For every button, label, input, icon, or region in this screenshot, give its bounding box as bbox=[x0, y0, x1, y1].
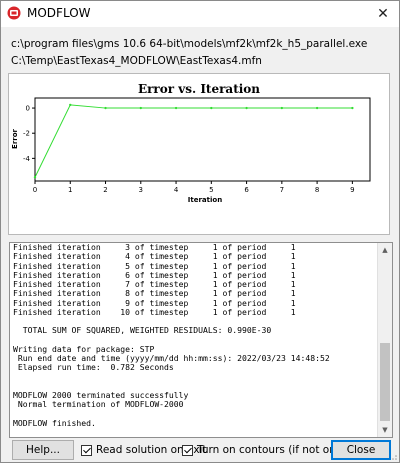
x-tick-label: 5 bbox=[209, 186, 213, 194]
x-tick-label: 1 bbox=[68, 186, 72, 194]
console-line: Finished iteration 10 of timestep 1 of p… bbox=[13, 306, 296, 317]
x-tick-label: 4 bbox=[174, 186, 179, 194]
error-data-point bbox=[174, 106, 178, 110]
error-vs-iteration-chart: Error vs. Iteration 0 -2 -4 0 1 2 3 4 5 6 7 8 9 Err… bbox=[11, 82, 371, 204]
y-axis-label: Error bbox=[11, 128, 19, 148]
modflow-dialog: MODFLOW ✕ c:\program files\gms 10.6 64-b… bbox=[0, 0, 400, 463]
console-line: Normal termination of MODFLOW-2000 bbox=[13, 399, 184, 410]
modflow-app-icon bbox=[7, 6, 21, 20]
x-tick-label: 6 bbox=[244, 186, 249, 194]
error-data-point bbox=[139, 106, 142, 110]
x-tick-label: 0 bbox=[33, 186, 37, 194]
window-title: MODFLOW bbox=[27, 6, 91, 20]
error-data-point bbox=[210, 106, 213, 110]
error-data-point bbox=[69, 103, 72, 107]
console-scrollbar[interactable]: ▲ ▼ bbox=[377, 243, 392, 437]
close-icon[interactable]: ✕ bbox=[367, 1, 399, 27]
title-bar: MODFLOW ✕ bbox=[1, 1, 399, 27]
x-axis-label: Iteration bbox=[188, 196, 222, 204]
close-button[interactable]: Close bbox=[331, 440, 391, 460]
console-line: TOTAL SUM OF SQUARED, WEIGHTED RESIDUALS… bbox=[13, 325, 272, 336]
x-tick-label: 3 bbox=[139, 186, 143, 194]
y-tick-label: -2 bbox=[23, 130, 30, 138]
scroll-up-icon[interactable]: ▲ bbox=[378, 243, 392, 257]
executable-path: c:\program files\gms 10.6 64-bit\models\… bbox=[11, 38, 368, 50]
error-data-point bbox=[245, 106, 248, 110]
checkbox-checked-icon[interactable] bbox=[182, 444, 193, 456]
error-data-point bbox=[315, 106, 319, 110]
x-tick-label: 9 bbox=[350, 186, 354, 194]
scroll-down-icon[interactable]: ▼ bbox=[378, 423, 392, 437]
resize-grip-icon[interactable] bbox=[389, 452, 397, 460]
help-button[interactable]: Help... bbox=[12, 440, 74, 460]
checkbox-checked-icon[interactable] bbox=[81, 444, 92, 456]
console-line: MODFLOW finished. bbox=[13, 417, 96, 428]
y-tick-label: -4 bbox=[23, 155, 31, 163]
error-data-point bbox=[280, 106, 284, 110]
error-data-point bbox=[104, 106, 107, 110]
y-tick-label: 0 bbox=[26, 105, 30, 113]
error-chart-panel: Error vs. Iteration 0 -2 -4 0 1 2 3 4 5 6 7 8 9 Err… bbox=[8, 73, 390, 235]
plot-area bbox=[34, 97, 371, 182]
console-output-text: Finished iteration 3 of timestep 1 of pe… bbox=[13, 243, 375, 428]
scrollbar-thumb[interactable] bbox=[380, 343, 390, 421]
x-tick-label: 7 bbox=[280, 186, 284, 194]
error-data-point bbox=[351, 106, 354, 110]
error-data-point bbox=[33, 176, 37, 179]
chart-title: Error vs. Iteration bbox=[138, 82, 260, 96]
console-line: Elapsed run time: 0.782 Seconds bbox=[13, 362, 174, 373]
x-tick-label: 2 bbox=[103, 186, 107, 194]
model-file-path: C:\Temp\EastTexas4_MODFLOW\EastTexas4.mf… bbox=[11, 55, 262, 67]
output-console[interactable]: Finished iteration 3 of timestep 1 of pe… bbox=[9, 242, 393, 438]
x-tick-label: 8 bbox=[315, 186, 319, 194]
